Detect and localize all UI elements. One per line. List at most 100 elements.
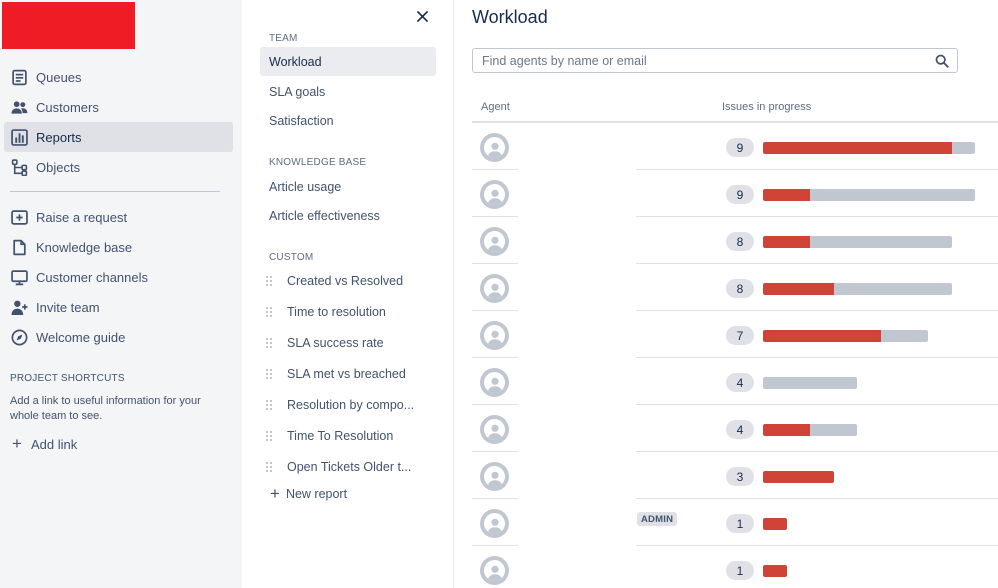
sidebar-item-reports[interactable]: Reports (4, 122, 233, 152)
project-logo[interactable] (2, 2, 135, 49)
workload-bar[interactable] (763, 283, 952, 295)
sidebar-item-raise-request[interactable]: Raise a request (4, 202, 233, 232)
table-row[interactable]: ADMIN 1 (472, 499, 998, 546)
plus-icon: + (12, 434, 22, 453)
custom-report-item[interactable]: SLA success rate (266, 331, 436, 355)
agent-avatar[interactable] (480, 180, 509, 209)
reports-navigation: TEAM Workload SLA goals Satisfaction KNO… (242, 0, 454, 588)
agent-avatar[interactable] (480, 556, 509, 585)
sidebar-item-invite-team[interactable]: Invite team (4, 292, 233, 322)
invite-team-icon (10, 298, 28, 316)
workload-bar[interactable] (763, 377, 858, 389)
custom-report-item[interactable]: Open Tickets Older t... (266, 455, 436, 479)
workload-bar[interactable] (763, 236, 952, 248)
workload-bar[interactable] (763, 142, 976, 154)
agent-avatar[interactable] (480, 462, 509, 491)
sidebar-divider (10, 191, 220, 192)
report-nav-satisfaction[interactable]: Satisfaction (260, 106, 436, 135)
sidebar-item-customer-channels[interactable]: Customer channels (4, 262, 233, 292)
table-row[interactable]: 3 (472, 452, 998, 499)
column-header-issues[interactable]: Issues in progress (722, 101, 811, 113)
sidebar-item-label: Customer channels (36, 269, 148, 285)
workload-bar[interactable] (763, 189, 976, 201)
table-row[interactable]: 9 (472, 123, 998, 170)
project-sidebar: Queues Customers Reports Objects Raise a… (0, 0, 242, 588)
issue-count-badge: 7 (726, 326, 754, 345)
sidebar-item-welcome-guide[interactable]: Welcome guide (4, 322, 233, 352)
add-link-button[interactable]: + Add link (9, 434, 77, 453)
custom-report-item[interactable]: Resolution by compo... (266, 393, 436, 417)
avatar-placeholder-icon (484, 184, 505, 205)
drag-handle-icon[interactable] (266, 368, 274, 381)
project-shortcuts-heading: PROJECT SHORTCUTS (10, 373, 125, 384)
knowledge-base-icon (10, 238, 28, 256)
close-button[interactable] (412, 6, 432, 26)
issue-count-badge: 4 (726, 373, 754, 392)
agent-avatar[interactable] (480, 509, 509, 538)
custom-report-item[interactable]: Time to resolution (266, 300, 436, 324)
search-icon[interactable] (935, 54, 949, 68)
project-shortcuts-help: Add a link to useful information for you… (10, 395, 201, 422)
sidebar-item-objects[interactable]: Objects (4, 152, 233, 182)
custom-report-item[interactable]: Created vs Resolved (266, 269, 436, 293)
table-row[interactable]: 4 (472, 405, 998, 452)
agent-avatar[interactable] (480, 133, 509, 162)
custom-report-label: Resolution by compo... (287, 398, 415, 412)
issue-count-badge: 1 (726, 561, 754, 580)
table-row[interactable]: 4 (472, 358, 998, 405)
agent-avatar[interactable] (480, 321, 509, 350)
table-row[interactable]: 8 (472, 264, 998, 311)
issue-count-badge: 4 (726, 420, 754, 439)
agent-avatar[interactable] (480, 227, 509, 256)
custom-report-label: Time to resolution (287, 305, 386, 319)
report-nav-workload[interactable]: Workload (260, 47, 436, 76)
workload-bar-fill (763, 565, 787, 577)
avatar-placeholder-icon (484, 372, 505, 393)
page-title: Workload (472, 7, 548, 27)
table-row[interactable]: 9 (472, 170, 998, 217)
workload-bar[interactable] (763, 330, 929, 342)
column-header-agent[interactable]: Agent (481, 101, 510, 113)
welcome-guide-icon (10, 328, 28, 346)
workload-bar[interactable] (763, 565, 787, 577)
drag-handle-icon[interactable] (266, 430, 274, 443)
agent-search[interactable] (472, 48, 958, 73)
avatar-placeholder-icon (484, 137, 505, 158)
admin-badge: ADMIN (637, 512, 678, 526)
sidebar-item-label: Objects (36, 159, 81, 175)
sidebar-item-label: Customers (36, 99, 99, 115)
table-row[interactable]: 8 (472, 217, 998, 264)
sidebar-item-customers[interactable]: Customers (4, 92, 233, 122)
table-row[interactable]: 1 (472, 546, 998, 588)
custom-report-item[interactable]: Time To Resolution (266, 424, 436, 448)
avatar-placeholder-icon (484, 419, 505, 440)
drag-handle-icon[interactable] (266, 399, 274, 412)
drag-handle-icon[interactable] (266, 306, 274, 319)
sidebar-item-knowledge-base[interactable]: Knowledge base (4, 232, 233, 262)
custom-report-label: SLA success rate (287, 336, 384, 350)
agent-avatar[interactable] (480, 368, 509, 397)
drag-handle-icon[interactable] (266, 461, 274, 474)
workload-bar-fill (763, 471, 834, 483)
report-nav-article-effectiveness[interactable]: Article effectiveness (260, 201, 436, 230)
workload-bar[interactable] (763, 518, 787, 530)
report-nav-sla-goals[interactable]: SLA goals (260, 77, 436, 106)
search-input[interactable] (473, 53, 913, 68)
custom-report-label: Open Tickets Older t... (287, 460, 412, 474)
sidebar-item-label: Knowledge base (36, 239, 133, 255)
drag-handle-icon[interactable] (266, 337, 274, 350)
new-report-button[interactable]: + New report (270, 485, 347, 502)
table-row[interactable]: 7 (472, 311, 998, 358)
agent-avatar[interactable] (480, 415, 509, 444)
knowledge-base-heading: KNOWLEDGE BASE (269, 157, 367, 168)
agent-avatar[interactable] (480, 274, 509, 303)
workload-bar[interactable] (763, 471, 834, 483)
avatar-placeholder-icon (484, 231, 505, 252)
drag-handle-icon[interactable] (266, 275, 274, 288)
sidebar-item-queues[interactable]: Queues (4, 62, 233, 92)
raise-request-icon (10, 208, 28, 226)
report-nav-article-usage[interactable]: Article usage (260, 172, 436, 201)
queues-icon (10, 68, 28, 86)
workload-bar[interactable] (763, 424, 858, 436)
custom-report-item[interactable]: SLA met vs breached (266, 362, 436, 386)
